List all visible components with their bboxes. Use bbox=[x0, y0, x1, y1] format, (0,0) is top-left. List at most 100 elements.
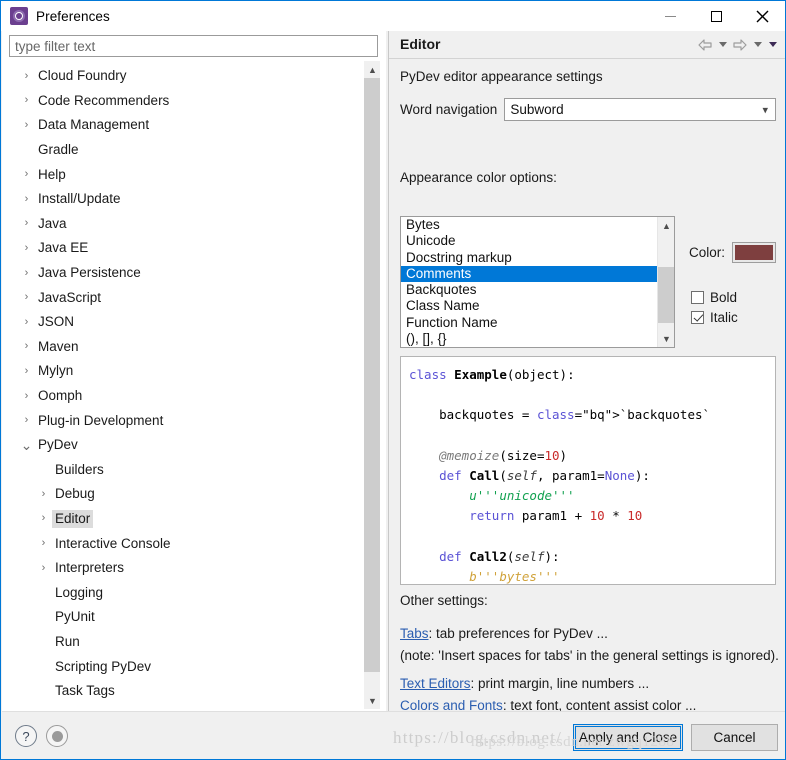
view-menu-button[interactable] bbox=[766, 36, 779, 53]
color-option-item[interactable]: Function Name bbox=[401, 315, 657, 331]
sidebar-item-pydev[interactable]: ⌄ PyDev bbox=[9, 433, 361, 458]
font-style-checkboxes: Bold Italic bbox=[691, 287, 738, 327]
sidebar-item-remote-systems[interactable]: ›Remote Systems bbox=[9, 703, 361, 709]
text-editors-link[interactable]: Text Editors bbox=[400, 676, 471, 691]
color-swatch-button[interactable] bbox=[732, 242, 777, 263]
dialog-footer: ? Apply and Close Cancel bbox=[2, 711, 785, 759]
sidebar-item-oomph[interactable]: › Oomph bbox=[9, 384, 361, 409]
chevron-right-icon[interactable]: › bbox=[18, 218, 35, 229]
forward-button[interactable] bbox=[731, 36, 749, 53]
color-options-scrollbar[interactable]: ▲ ▼ bbox=[657, 217, 674, 347]
color-option-item[interactable]: (), [], {} bbox=[401, 331, 657, 347]
sidebar-item-json[interactable]: › JSON bbox=[9, 310, 361, 335]
sidebar-item-maven[interactable]: › Maven bbox=[9, 335, 361, 360]
chevron-right-icon[interactable]: › bbox=[18, 119, 35, 131]
tree-item-label: Code Recommenders bbox=[38, 92, 170, 108]
sidebar-item-help[interactable]: › Help bbox=[9, 162, 361, 187]
record-icon[interactable] bbox=[46, 725, 68, 747]
bold-label: Bold bbox=[710, 289, 738, 305]
sidebar-item-gradle[interactable]: Gradle bbox=[9, 138, 361, 163]
sidebar-item-javascript[interactable]: › JavaScript bbox=[9, 285, 361, 310]
tree-item-label: JSON bbox=[38, 314, 75, 330]
sidebar-item-code-recommenders[interactable]: › Code Recommenders bbox=[9, 89, 361, 114]
sidebar-item-pyunit[interactable]: PyUnit bbox=[9, 605, 361, 630]
chevron-right-icon[interactable]: › bbox=[18, 242, 35, 254]
search-input[interactable] bbox=[9, 35, 378, 57]
color-option-item[interactable]: Docstring markup bbox=[401, 250, 657, 266]
sidebar-item-scripting-pydev[interactable]: Scripting PyDev bbox=[9, 654, 361, 679]
color-option-item[interactable]: Backquotes bbox=[401, 282, 657, 298]
chevron-right-icon[interactable]: › bbox=[18, 267, 35, 279]
window-titlebar: Preferences bbox=[1, 1, 785, 31]
sidebar-item-java[interactable]: › Java bbox=[9, 212, 361, 237]
chevron-right-icon[interactable]: › bbox=[18, 169, 35, 180]
tree-item-label: Editor bbox=[52, 509, 94, 528]
scroll-down-icon[interactable]: ▼ bbox=[364, 692, 380, 709]
sidebar-item-data-management[interactable]: › Data Management bbox=[9, 113, 361, 138]
sidebar-item-debug[interactable]: › Debug bbox=[9, 482, 361, 507]
chevron-down-icon[interactable]: ⌄ bbox=[18, 438, 35, 452]
scroll-down-icon[interactable]: ▼ bbox=[658, 330, 674, 347]
maximize-button[interactable] bbox=[693, 1, 739, 31]
tree-item-label: Interpreters bbox=[55, 560, 125, 576]
sidebar-item-cloud-foundry[interactable]: › Cloud Foundry bbox=[9, 64, 361, 89]
chevron-right-icon[interactable]: › bbox=[18, 193, 35, 205]
sidebar-item-mylyn[interactable]: › Mylyn bbox=[9, 359, 361, 384]
cancel-button[interactable]: Cancel bbox=[691, 724, 778, 751]
bold-checkbox[interactable]: Bold bbox=[691, 287, 738, 307]
apply-and-close-button[interactable]: Apply and Close bbox=[573, 724, 683, 751]
tree-scrollbar-thumb[interactable] bbox=[364, 78, 380, 672]
scroll-up-icon[interactable]: ▲ bbox=[364, 61, 380, 78]
back-menu-button[interactable] bbox=[716, 36, 729, 53]
minimize-button[interactable] bbox=[647, 1, 693, 31]
chevron-right-icon[interactable]: › bbox=[18, 415, 35, 426]
color-options-items: Bytes Unicode Docstring markup Comments Back… bbox=[401, 217, 657, 347]
footer-icon-group: ? bbox=[15, 725, 68, 747]
chevron-right-icon[interactable]: › bbox=[35, 488, 52, 500]
sidebar-item-interpreters[interactable]: › Interpreters bbox=[9, 556, 361, 581]
chevron-right-icon[interactable]: › bbox=[18, 316, 35, 328]
color-option-item[interactable]: Comments bbox=[401, 265, 657, 283]
color-option-item[interactable]: Class Name bbox=[401, 298, 657, 314]
chevron-right-icon[interactable]: › bbox=[35, 513, 52, 524]
italic-label: Italic bbox=[710, 309, 738, 325]
tree-scrollbar[interactable]: ▲ ▼ bbox=[363, 61, 380, 709]
word-navigation-select[interactable]: Subword ▾ bbox=[504, 98, 776, 121]
sidebar-item-plug-in-development[interactable]: › Plug-in Development bbox=[9, 408, 361, 433]
sidebar-item-task-tags[interactable]: Task Tags bbox=[9, 679, 361, 704]
tree-list: › Cloud Foundry › Code Recommenders › Data Ma… bbox=[9, 61, 361, 709]
tabs-link[interactable]: Tabs bbox=[400, 626, 429, 641]
color-option-item[interactable]: Bytes bbox=[401, 217, 657, 233]
preference-page-panel: Editor PyDev editor appearance settings … bbox=[388, 31, 785, 759]
sidebar-item-editor[interactable]: › Editor bbox=[9, 507, 361, 532]
chevron-right-icon[interactable]: › bbox=[18, 365, 35, 377]
color-options-scrollbar-thumb[interactable] bbox=[658, 267, 674, 323]
italic-checkbox[interactable]: Italic bbox=[691, 307, 738, 327]
sidebar-item-interactive-console[interactable]: › Interactive Console bbox=[9, 531, 361, 556]
help-icon[interactable]: ? bbox=[15, 725, 37, 747]
chevron-right-icon[interactable]: › bbox=[18, 95, 35, 106]
scroll-up-icon[interactable]: ▲ bbox=[658, 217, 674, 234]
sidebar-item-java-ee[interactable]: › Java EE bbox=[9, 236, 361, 261]
appearance-color-options-list[interactable]: Bytes Unicode Docstring markup Comments Back… bbox=[400, 216, 675, 348]
chevron-right-icon[interactable]: › bbox=[35, 538, 52, 549]
sidebar-item-java-persistence[interactable]: › Java Persistence bbox=[9, 261, 361, 286]
back-button[interactable] bbox=[696, 36, 714, 53]
chevron-down-icon bbox=[753, 42, 762, 47]
chevron-right-icon[interactable]: › bbox=[18, 70, 35, 82]
sidebar-item-run[interactable]: Run bbox=[9, 630, 361, 655]
chevron-right-icon[interactable]: › bbox=[18, 390, 35, 402]
page-nav-toolbar bbox=[696, 36, 779, 53]
chevron-right-icon[interactable]: › bbox=[18, 292, 35, 303]
close-button[interactable] bbox=[739, 1, 785, 31]
forward-menu-button[interactable] bbox=[751, 36, 764, 53]
window-controls bbox=[647, 1, 785, 31]
chevron-right-icon[interactable]: › bbox=[18, 341, 35, 352]
color-option-item[interactable]: Unicode bbox=[401, 233, 657, 249]
sidebar-item-install-update[interactable]: › Install/Update bbox=[9, 187, 361, 212]
sidebar-item-logging[interactable]: Logging bbox=[9, 580, 361, 605]
chevron-right-icon[interactable]: › bbox=[35, 562, 52, 574]
sidebar-item-builders[interactable]: Builders bbox=[9, 458, 361, 483]
